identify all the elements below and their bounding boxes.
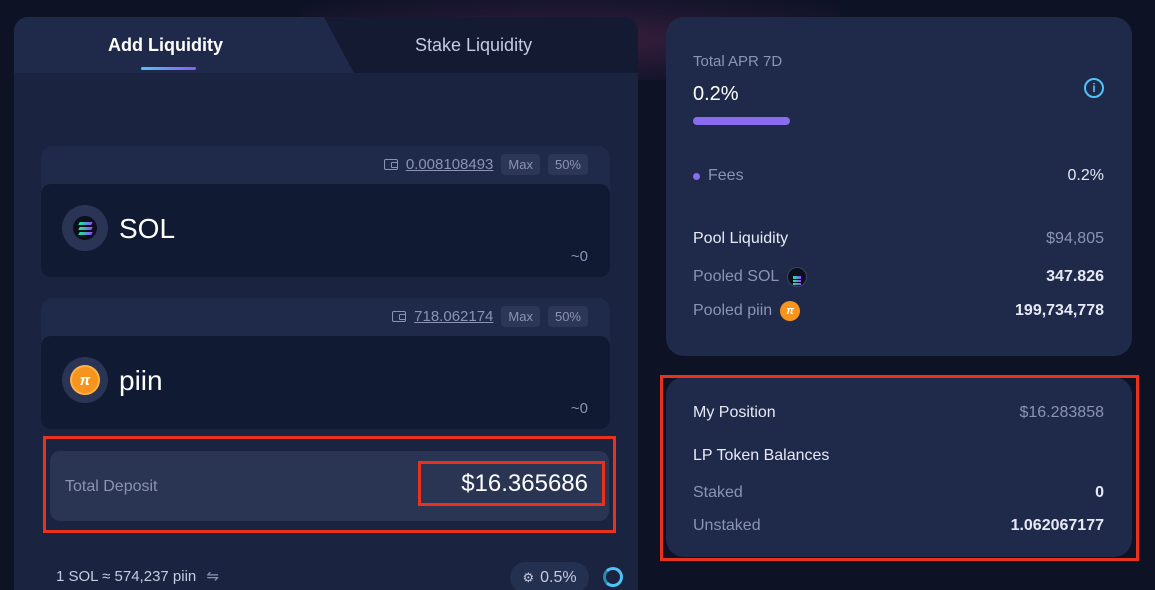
pooled-sol-label: Pooled SOL: [693, 268, 780, 285]
active-tab-indicator: [141, 67, 196, 70]
slippage-value: 0.5%: [540, 568, 577, 586]
token-input-sol: 0.008108493 Max 50% SOL ~0: [41, 146, 610, 277]
sol-icon[interactable]: [62, 205, 108, 251]
sol-icon: [787, 267, 808, 287]
piin-amount-input[interactable]: π piin ~0: [41, 336, 610, 429]
fees-label: Fees: [708, 167, 744, 184]
apr-value: 0.2%: [693, 83, 739, 105]
pool-liquidity-row: Pool Liquidity $94,805: [693, 230, 1104, 248]
sol-token-selector[interactable]: SOL: [119, 213, 175, 245]
tab-add-liquidity[interactable]: Add Liquidity: [108, 35, 223, 56]
balance-row: 0.008108493 Max 50%: [383, 152, 588, 176]
piin-token-selector[interactable]: piin: [119, 365, 163, 397]
pooled-piin-label: Pooled piin: [693, 302, 773, 319]
pool-liquidity-label: Pool Liquidity: [693, 230, 789, 247]
swap-rate-icon[interactable]: ⇋: [206, 568, 219, 585]
sol-half-button[interactable]: 50%: [547, 153, 588, 175]
pool-liquidity-value: $94,805: [1046, 230, 1104, 247]
pooled-piin-row: Pooled piin π 199,734,778: [693, 301, 1104, 321]
refresh-spinner-icon[interactable]: [603, 567, 623, 587]
piin-half-button[interactable]: 50%: [547, 305, 588, 327]
piin-icon[interactable]: π: [62, 357, 108, 403]
fees-dot-icon: [693, 172, 700, 180]
exchange-rate-text: 1 SOL ≈ 574,237 piin: [56, 568, 197, 585]
wallet-icon: [383, 158, 398, 170]
highlight-my-position: [660, 375, 1139, 561]
piin-balance-link[interactable]: 718.062174: [414, 308, 493, 325]
app-frame: Add Liquidity Stake Liquidity 0.00810849…: [0, 0, 1155, 590]
piin-usd-estimate: ~0: [570, 400, 588, 417]
pooled-sol-row: Pooled SOL 347.826: [693, 267, 1104, 287]
apr-label: Total APR 7D: [693, 53, 783, 70]
sol-amount-input[interactable]: SOL ~0: [41, 184, 610, 277]
sol-balance-link[interactable]: 0.008108493: [406, 156, 494, 173]
info-icon[interactable]: i: [1084, 78, 1104, 98]
piin-icon: π: [780, 301, 801, 321]
sol-max-button[interactable]: Max: [501, 153, 540, 175]
pooled-sol-value: 347.826: [1046, 268, 1104, 285]
fees-value: 0.2%: [1067, 167, 1104, 184]
exchange-rate: 1 SOL ≈ 574,237 piin ⇋: [56, 567, 219, 585]
tab-stake-liquidity[interactable]: Stake Liquidity: [415, 35, 532, 56]
pool-stats-card: Total APR 7D 0.2% i Fees 0.2% Pool Liqui…: [666, 17, 1132, 356]
slippage-button[interactable]: ⚙ 0.5%: [510, 562, 589, 590]
wallet-icon: [392, 310, 407, 322]
sol-usd-estimate: ~0: [570, 248, 588, 265]
pooled-piin-value: 199,734,778: [1015, 302, 1104, 319]
apr-progress-bar: [693, 117, 790, 125]
token-input-piin: 718.062174 Max 50% π piin ~0: [41, 298, 610, 429]
highlight-deposit-value: [418, 461, 605, 506]
piin-max-button[interactable]: Max: [501, 305, 540, 327]
settings-icon: ⚙: [522, 569, 535, 585]
balance-row: 718.062174 Max 50%: [392, 304, 588, 328]
fees-row: Fees 0.2%: [693, 167, 1104, 185]
